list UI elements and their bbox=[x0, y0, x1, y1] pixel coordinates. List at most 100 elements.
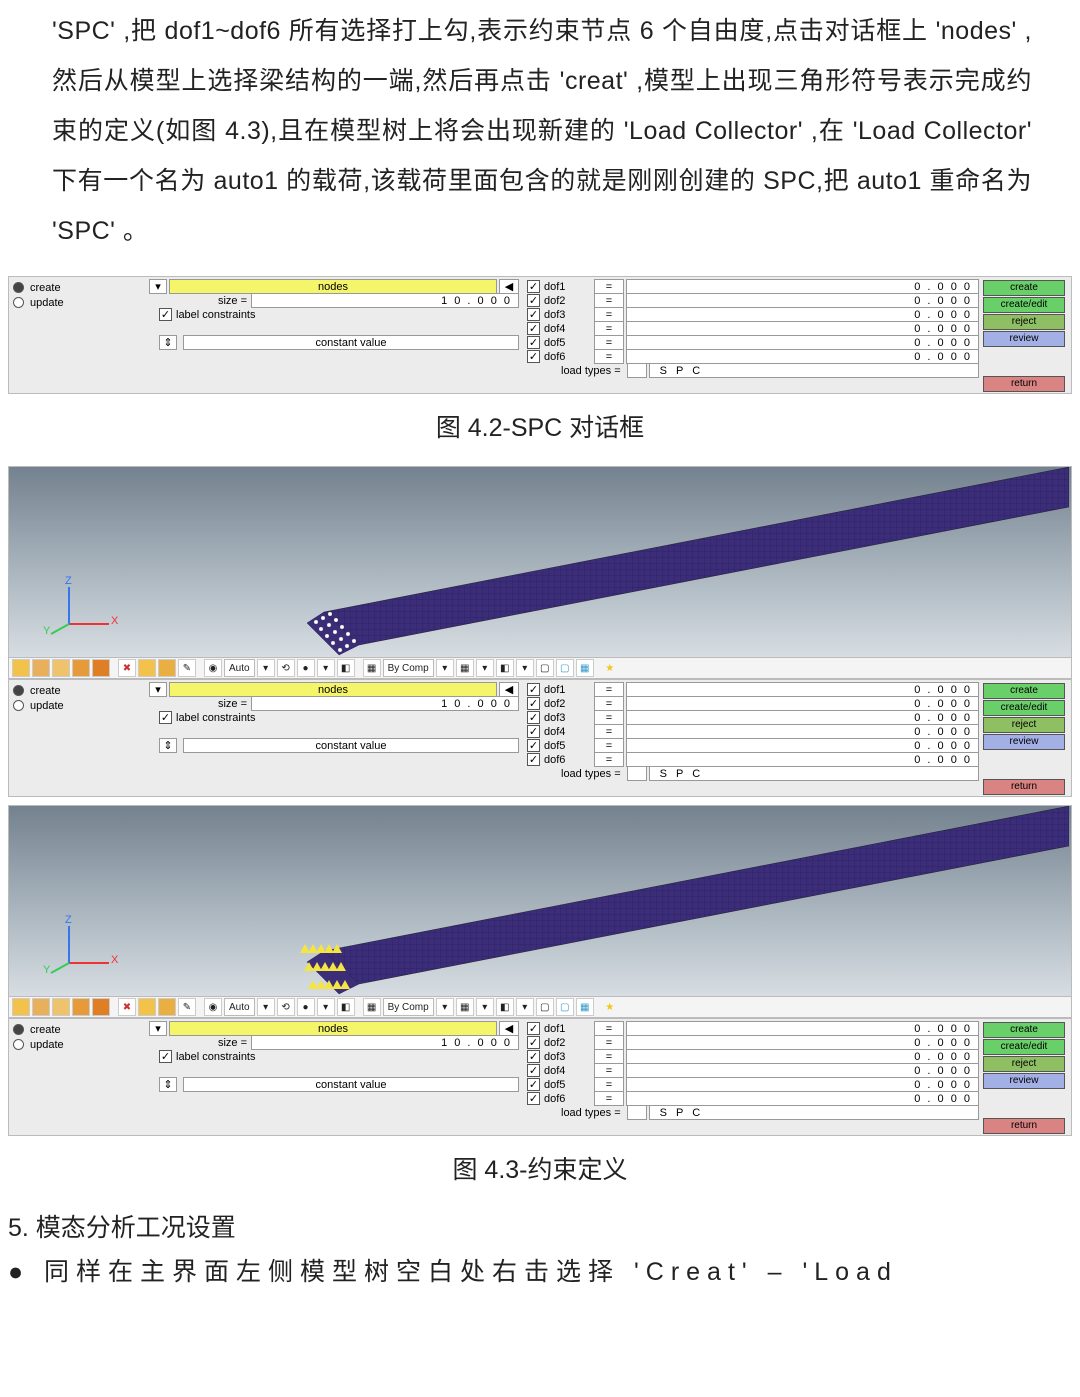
dof3-value[interactable]: 0 . 0 0 0 bbox=[626, 1049, 979, 1064]
dof6-check[interactable]: ✓ bbox=[527, 350, 540, 363]
review-button[interactable]: review bbox=[983, 331, 1065, 347]
return-button[interactable]: return bbox=[983, 1118, 1065, 1134]
dof6-value[interactable]: 0 . 0 0 0 bbox=[626, 752, 979, 767]
dof6-check[interactable]: ✓ bbox=[527, 753, 540, 766]
tb-icon[interactable] bbox=[12, 998, 30, 1016]
tb-icon[interactable]: ▾ bbox=[317, 998, 335, 1016]
cube-icon[interactable]: ◧ bbox=[337, 659, 355, 677]
dof3-check[interactable]: ✓ bbox=[527, 1050, 540, 1063]
bycomp-dropdown[interactable]: By Comp bbox=[383, 998, 434, 1016]
entity-type-toggle[interactable]: ▾ bbox=[149, 1021, 167, 1036]
radio-create[interactable]: create bbox=[13, 684, 143, 697]
dof4-value[interactable]: 0 . 0 0 0 bbox=[626, 321, 979, 336]
tb-icon[interactable]: ⟲ bbox=[277, 659, 295, 677]
reject-button[interactable]: reject bbox=[983, 1056, 1065, 1072]
constant-value-field[interactable]: constant value bbox=[183, 1077, 519, 1092]
radio-update[interactable]: update bbox=[13, 296, 143, 309]
auto-icon[interactable]: ◉ bbox=[204, 998, 222, 1016]
tb-icon[interactable]: ◧ bbox=[496, 659, 514, 677]
dof3-check[interactable]: ✓ bbox=[527, 308, 540, 321]
radio-create[interactable]: create bbox=[13, 281, 143, 294]
auto-dropdown[interactable]: Auto bbox=[224, 659, 255, 677]
radio-update[interactable]: update bbox=[13, 699, 143, 712]
tb-icon[interactable]: ✎ bbox=[178, 659, 196, 677]
dof4-value[interactable]: 0 . 0 0 0 bbox=[626, 1063, 979, 1078]
tb-icon[interactable] bbox=[12, 659, 30, 677]
load-types-toggle[interactable] bbox=[627, 1105, 647, 1120]
cube-icon[interactable]: ◧ bbox=[337, 998, 355, 1016]
tb-icon[interactable]: ▦ bbox=[456, 659, 474, 677]
dof3-check[interactable]: ✓ bbox=[527, 711, 540, 724]
tb-icon[interactable]: ● bbox=[297, 659, 315, 677]
caret-down-icon[interactable]: ▾ bbox=[257, 998, 275, 1016]
caret-down-icon[interactable]: ▾ bbox=[436, 998, 454, 1016]
label-constraints-check[interactable]: ✓ bbox=[159, 308, 172, 321]
review-button[interactable]: review bbox=[983, 1073, 1065, 1089]
tb-icon[interactable]: ✎ bbox=[178, 998, 196, 1016]
dof1-value[interactable]: 0 . 0 0 0 bbox=[626, 1021, 979, 1036]
dof4-value[interactable]: 0 . 0 0 0 bbox=[626, 724, 979, 739]
dof2-check[interactable]: ✓ bbox=[527, 294, 540, 307]
delete-icon[interactable]: ✖ bbox=[118, 998, 136, 1016]
constant-value-selector[interactable]: ⇕ bbox=[159, 1077, 177, 1092]
delete-icon[interactable]: ✖ bbox=[118, 659, 136, 677]
tb-icon[interactable]: ▦ bbox=[576, 659, 594, 677]
tb-icon[interactable] bbox=[72, 998, 90, 1016]
load-types-toggle[interactable] bbox=[627, 766, 647, 781]
constant-value-field[interactable]: constant value bbox=[183, 738, 519, 753]
tb-icon[interactable]: ▢ bbox=[536, 998, 554, 1016]
constant-value-field[interactable]: constant value bbox=[183, 335, 519, 350]
bycomp-dropdown[interactable]: By Comp bbox=[383, 659, 434, 677]
create-button[interactable]: create bbox=[983, 280, 1065, 296]
create-button[interactable]: create bbox=[983, 1022, 1065, 1038]
dof2-check[interactable]: ✓ bbox=[527, 1036, 540, 1049]
load-types-value[interactable]: S P C bbox=[649, 766, 979, 781]
dof1-value[interactable]: 0 . 0 0 0 bbox=[626, 682, 979, 697]
tb-icon[interactable] bbox=[138, 998, 156, 1016]
caret-down-icon[interactable]: ▾ bbox=[516, 998, 534, 1016]
tb-icon[interactable]: ⟲ bbox=[277, 998, 295, 1016]
dof6-check[interactable]: ✓ bbox=[527, 1092, 540, 1105]
caret-down-icon[interactable]: ▾ bbox=[436, 659, 454, 677]
bycomp-icon[interactable]: ▦ bbox=[363, 998, 381, 1016]
size-value[interactable]: 1 0 . 0 0 0 bbox=[251, 696, 519, 711]
dof2-value[interactable]: 0 . 0 0 0 bbox=[626, 1035, 979, 1050]
selector-reset[interactable]: ◀ bbox=[499, 682, 519, 697]
star-icon[interactable]: ★ bbox=[602, 660, 618, 676]
caret-down-icon[interactable]: ▾ bbox=[476, 659, 494, 677]
load-types-value[interactable]: S P C bbox=[649, 363, 979, 378]
tb-icon[interactable] bbox=[52, 998, 70, 1016]
dof1-value[interactable]: 0 . 0 0 0 bbox=[626, 279, 979, 294]
viewport-3d-after[interactable]: X Z Y bbox=[8, 805, 1072, 997]
auto-dropdown[interactable]: Auto bbox=[224, 998, 255, 1016]
nodes-selector[interactable]: nodes bbox=[169, 1021, 497, 1036]
dof5-value[interactable]: 0 . 0 0 0 bbox=[626, 335, 979, 350]
dof5-check[interactable]: ✓ bbox=[527, 739, 540, 752]
dof5-check[interactable]: ✓ bbox=[527, 1078, 540, 1091]
tb-icon[interactable] bbox=[72, 659, 90, 677]
dof6-value[interactable]: 0 . 0 0 0 bbox=[626, 349, 979, 364]
entity-type-toggle[interactable]: ▾ bbox=[149, 279, 167, 294]
entity-type-toggle[interactable]: ▾ bbox=[149, 682, 167, 697]
size-value[interactable]: 1 0 . 0 0 0 bbox=[251, 293, 519, 308]
load-types-value[interactable]: S P C bbox=[649, 1105, 979, 1120]
tb-icon[interactable] bbox=[138, 659, 156, 677]
dof4-check[interactable]: ✓ bbox=[527, 322, 540, 335]
tb-icon[interactable]: ◧ bbox=[496, 998, 514, 1016]
dof4-check[interactable]: ✓ bbox=[527, 1064, 540, 1077]
selector-reset[interactable]: ◀ bbox=[499, 1021, 519, 1036]
dof5-value[interactable]: 0 . 0 0 0 bbox=[626, 738, 979, 753]
dof3-value[interactable]: 0 . 0 0 0 bbox=[626, 710, 979, 725]
bycomp-icon[interactable]: ▦ bbox=[363, 659, 381, 677]
caret-down-icon[interactable]: ▾ bbox=[257, 659, 275, 677]
tb-icon[interactable] bbox=[32, 659, 50, 677]
tb-icon[interactable]: ▦ bbox=[576, 998, 594, 1016]
tb-icon[interactable]: ▦ bbox=[456, 998, 474, 1016]
return-button[interactable]: return bbox=[983, 779, 1065, 795]
dof5-check[interactable]: ✓ bbox=[527, 336, 540, 349]
review-button[interactable]: review bbox=[983, 734, 1065, 750]
dof1-check[interactable]: ✓ bbox=[527, 683, 540, 696]
tb-icon[interactable]: ▢ bbox=[556, 998, 574, 1016]
tb-icon[interactable]: ▾ bbox=[317, 659, 335, 677]
dof1-check[interactable]: ✓ bbox=[527, 280, 540, 293]
